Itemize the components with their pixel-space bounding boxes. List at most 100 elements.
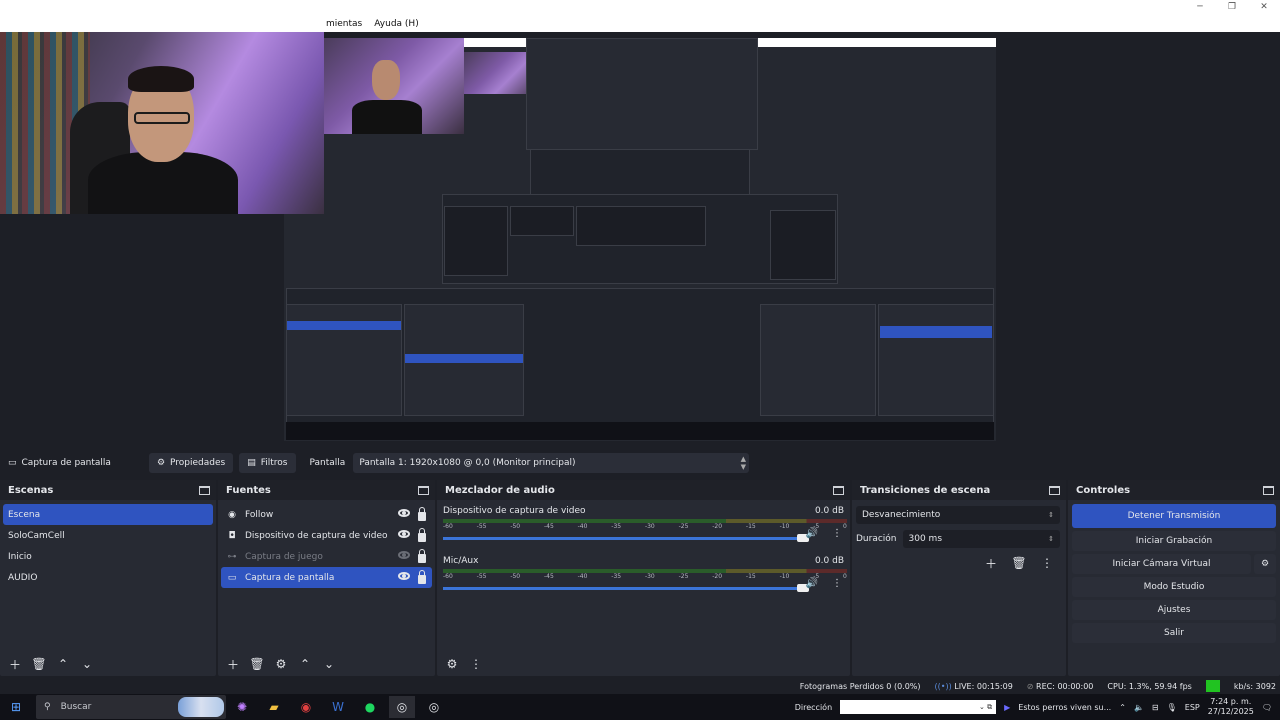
minimize-button[interactable]: ─ [1184, 0, 1216, 14]
undock-icon[interactable] [418, 485, 429, 495]
add-icon[interactable]: ＋ [982, 554, 1000, 572]
lock-icon[interactable] [418, 506, 426, 521]
transition-type-select[interactable]: Desvanecimiento ⇕ [856, 506, 1060, 524]
db-scale: -60 -55 -50 -45 -40 -35 -30 -25 -20 -15 -10 -5 0 [443, 573, 847, 580]
spinner-icon[interactable]: ⇕ [1048, 535, 1054, 543]
trash-icon[interactable]: 🗑 [248, 655, 266, 673]
mixer-header: Mezclador de audio [437, 480, 850, 500]
move-down-icon[interactable]: ⌄ [320, 655, 338, 673]
lock-icon[interactable] [418, 527, 426, 542]
copilot-icon[interactable]: ✺ [229, 696, 255, 718]
volume-slider[interactable] [443, 534, 809, 542]
undock-icon[interactable] [1263, 485, 1274, 495]
visibility-eye-icon[interactable] [398, 508, 410, 517]
more-options-icon[interactable]: ⋮ [832, 578, 842, 589]
address-label: Dirección [794, 702, 833, 712]
filters-button[interactable]: ▤ Filtros [239, 453, 296, 473]
channel-db: 0.0 dB [814, 556, 844, 566]
add-icon[interactable]: ＋ [6, 655, 24, 673]
menu-bar: mientas Ayuda (H) [326, 15, 419, 32]
scene-item[interactable]: SoloCamCell [3, 525, 213, 546]
windows-start-icon[interactable]: ⊞ [3, 696, 29, 718]
volume-slider[interactable] [443, 584, 809, 592]
start-virtual-camera-button[interactable]: Iniciar Cámara Virtual [1072, 554, 1251, 574]
visibility-eye-off-icon[interactable] [398, 550, 410, 559]
speaker-icon[interactable]: 🔊 [806, 528, 818, 539]
menu-item-help[interactable]: Ayuda (H) [374, 19, 418, 29]
undock-icon[interactable] [199, 485, 210, 495]
maximize-button[interactable]: ❐ [1216, 0, 1248, 14]
close-button[interactable]: ✕ [1248, 0, 1280, 14]
visibility-eye-icon[interactable] [398, 529, 410, 538]
transitions-title: Transiciones de escena [860, 484, 991, 496]
more-options-icon[interactable]: ⋮ [832, 528, 842, 539]
scene-item[interactable]: Escena [3, 504, 213, 525]
camera-icon: ◘ [228, 530, 236, 541]
lock-icon[interactable] [418, 569, 426, 584]
chevron-up-icon[interactable]: ⌃ [1119, 703, 1126, 712]
mixer-channel: Mic/Aux 0.0 dB -60 -55 -50 -45 -40 -35 -30 -25-… [437, 554, 850, 604]
source-item-game-capture[interactable]: ⊶ Captura de juego [221, 546, 432, 567]
media-widget-text[interactable]: Estos perros viven su... [1018, 703, 1111, 712]
move-up-icon[interactable]: ⌃ [296, 655, 314, 673]
exit-button[interactable]: Salir [1072, 623, 1276, 643]
lock-icon[interactable] [418, 548, 426, 563]
network-icon[interactable]: ⊟ [1152, 703, 1159, 712]
transitions-dock: Transiciones de escena Desvanecimiento ⇕… [852, 480, 1066, 676]
move-up-icon[interactable]: ⌃ [54, 655, 72, 673]
duration-input[interactable]: 300 ms ⇕ [902, 530, 1060, 548]
add-icon[interactable]: ＋ [224, 655, 242, 673]
gear-icon[interactable]: ⚙ [272, 655, 290, 673]
notification-icon[interactable]: 🗨 [1262, 703, 1272, 712]
undock-icon[interactable] [833, 485, 844, 495]
start-recording-button[interactable]: Iniciar Grabación [1072, 531, 1276, 551]
webcam-overlay [0, 32, 324, 214]
sources-header: Fuentes [218, 480, 435, 500]
preview-area[interactable] [0, 32, 1280, 448]
chevron-down-icon: ⌄ ⧉ [979, 702, 993, 711]
file-explorer-icon[interactable]: ▰ [261, 696, 287, 718]
trash-icon[interactable]: 🗑 [1010, 554, 1028, 572]
display-select[interactable]: Pantalla 1: 1920x1080 @ 0,0 (Monitor pri… [353, 453, 750, 473]
broadcast-icon: ((•)) [934, 681, 952, 691]
source-item-screen-capture[interactable]: ▭ Captura de pantalla [221, 567, 432, 588]
menu-item-tools[interactable]: mientas [326, 19, 362, 29]
visibility-eye-icon[interactable] [398, 571, 410, 580]
obs-second-icon[interactable]: ◎ [421, 696, 447, 718]
move-down-icon[interactable]: ⌄ [78, 655, 96, 673]
properties-button[interactable]: ⚙ Propiedades [148, 453, 234, 473]
taskbar-search[interactable]: ⚲ Buscar [36, 695, 226, 719]
source-item-follow[interactable]: ◉ Follow [221, 504, 432, 525]
scene-item[interactable]: AUDIO [3, 567, 213, 588]
scene-item[interactable]: Inicio [3, 546, 213, 567]
address-input[interactable]: ⌄ ⧉ [840, 700, 997, 714]
obs-icon[interactable]: ◎ [389, 696, 415, 718]
controls-title: Controles [1076, 484, 1131, 496]
preview-canvas[interactable] [284, 38, 996, 441]
sources-dock: Fuentes ◉ Follow ◘ Dispositivo de captur… [218, 480, 435, 676]
spotify-icon[interactable]: ● [357, 696, 383, 718]
studio-mode-button[interactable]: Modo Estudio [1072, 577, 1276, 597]
advanced-audio-icon[interactable]: ⚙ [443, 655, 461, 673]
clock[interactable]: 7:24 p. m. 27/12/2025 [1208, 697, 1254, 717]
more-options-icon[interactable]: ⋮ [1038, 554, 1056, 572]
virtual-camera-settings-button[interactable]: ⚙ [1254, 554, 1276, 574]
source-item-video-capture[interactable]: ◘ Dispositivo de captura de video [221, 525, 432, 546]
undock-icon[interactable] [1049, 485, 1060, 495]
chrome-icon[interactable]: ◉ [293, 696, 319, 718]
stream-health-indicator [1205, 680, 1220, 692]
source-label: Dispositivo de captura de video [245, 530, 388, 541]
word-icon[interactable]: W [325, 696, 351, 718]
speaker-icon[interactable]: 🔊 [806, 578, 818, 589]
media-icon: ▶ [1004, 702, 1011, 712]
microphone-icon[interactable]: 🎙 [1167, 703, 1177, 712]
trash-icon[interactable]: 🗑 [30, 655, 48, 673]
more-options-icon[interactable]: ⋮ [467, 655, 485, 673]
clock-date: 27/12/2025 [1207, 707, 1254, 716]
search-icon: ⚲ [44, 702, 51, 712]
language-indicator[interactable]: ESP [1185, 703, 1200, 712]
stop-streaming-button[interactable]: Detener Transmisión [1072, 504, 1276, 528]
search-highlight-image [178, 697, 224, 717]
settings-button[interactable]: Ajustes [1072, 600, 1276, 620]
volume-icon[interactable]: 🔈 [1134, 703, 1144, 712]
